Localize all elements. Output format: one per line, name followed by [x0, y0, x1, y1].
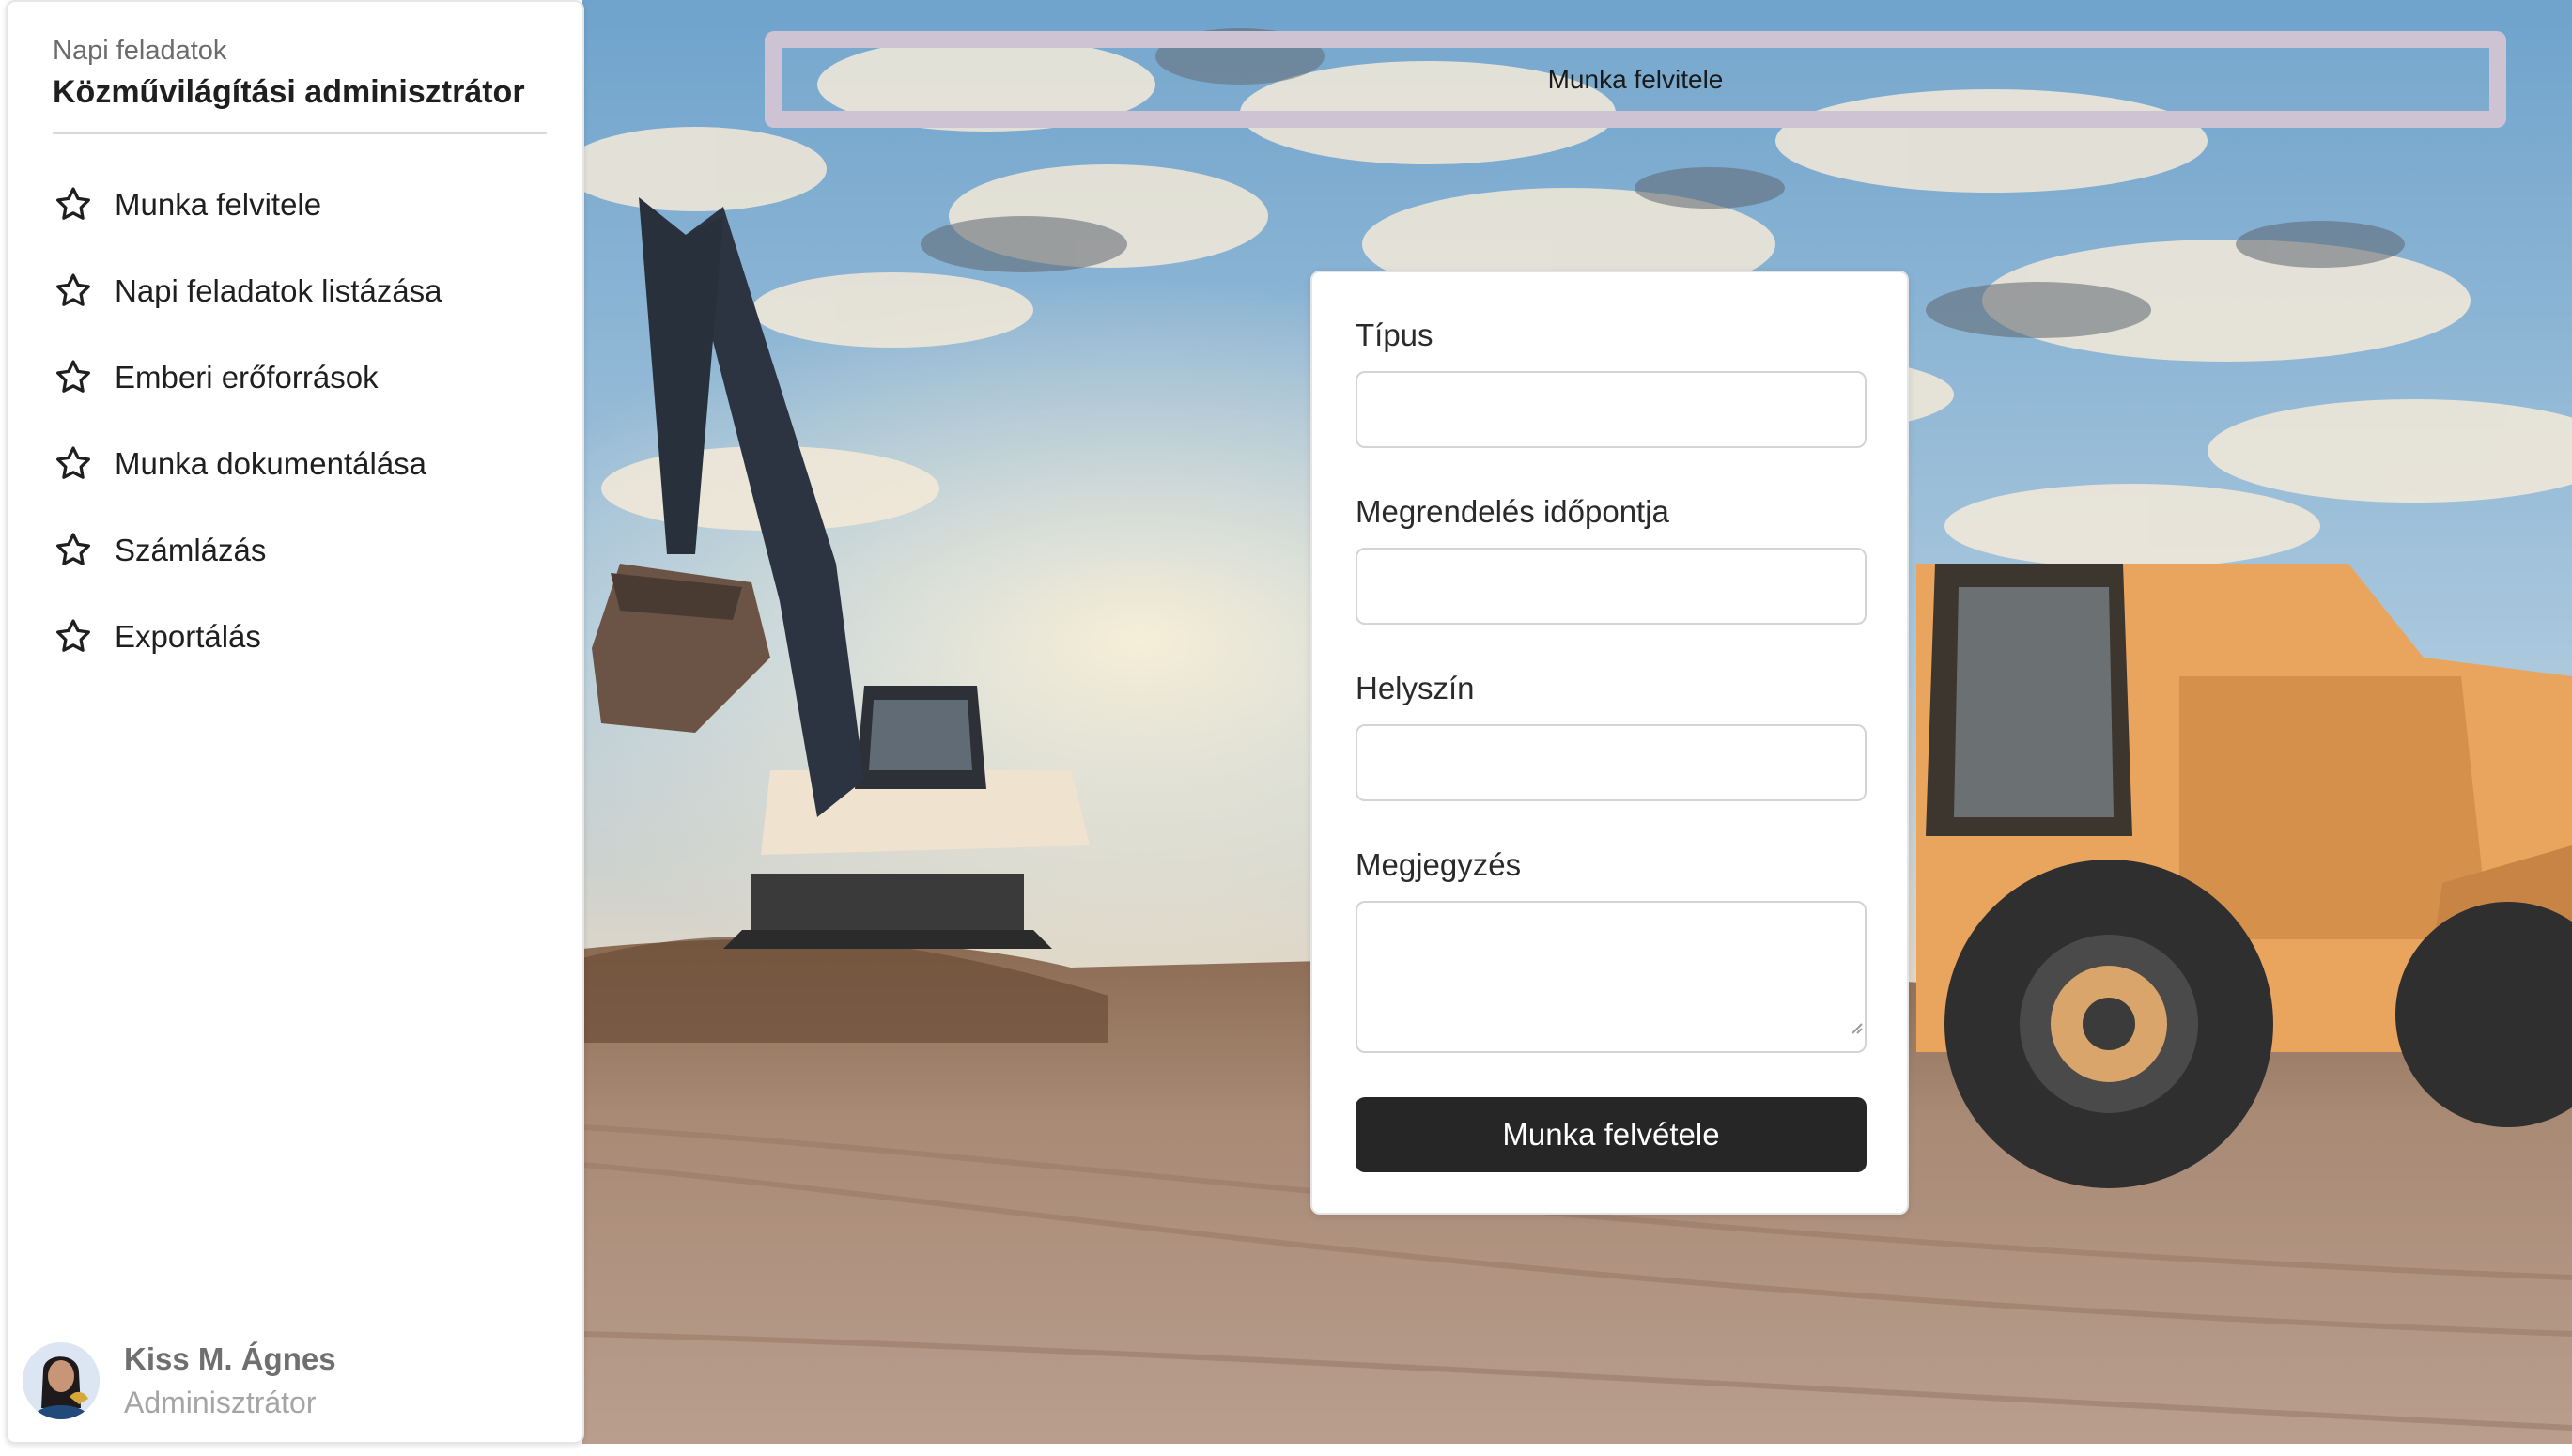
star-icon — [53, 616, 94, 658]
field-label-helyszin: Helyszín — [1356, 671, 1475, 705]
sidebar-title: Közművilágítási adminisztrátor — [53, 74, 525, 110]
submit-job-button[interactable]: Munka felvétele — [1356, 1097, 1867, 1172]
star-icon — [53, 530, 94, 571]
sidebar-item-label: Exportálás — [115, 619, 261, 654]
sidebar: Napi feladatok Közművilágítási adminiszt… — [6, 0, 584, 1444]
note-textarea[interactable] — [1356, 901, 1867, 1053]
job-entry-form: Típus Megrendelés időpontja Helyszín Meg… — [1310, 271, 1909, 1215]
app-window: Napi feladatok Közművilágítási adminiszt… — [0, 0, 2572, 1456]
sidebar-item-label: Napi feladatok listázása — [115, 273, 442, 308]
sidebar-divider — [53, 132, 547, 134]
sidebar-item-label: Munka dokumentálása — [115, 446, 427, 481]
field-label-megrendeles-idopontja: Megrendelés időpontja — [1356, 494, 1669, 529]
sidebar-item-label: Emberi erőforrások — [115, 360, 379, 395]
sidebar-item-napi-feladatok-listazasa[interactable]: Napi feladatok listázása — [53, 248, 560, 334]
field-label-megjegyzes: Megjegyzés — [1356, 847, 1522, 882]
resize-handle-icon[interactable] — [1847, 1018, 1864, 1035]
type-input[interactable] — [1356, 371, 1867, 448]
field-label-tipus: Típus — [1356, 318, 1433, 352]
sidebar-item-label: Munka felvitele — [115, 187, 322, 222]
sidebar-item-emberi-eroforrasok[interactable]: Emberi erőforrások — [53, 334, 560, 421]
sidebar-item-exportalas[interactable]: Exportálás — [53, 594, 560, 680]
sidebar-nav: Munka felvitele Napi feladatok listázása… — [53, 162, 560, 680]
sidebar-item-munka-dokumentalasa[interactable]: Munka dokumentálása — [53, 421, 560, 507]
star-icon — [53, 184, 94, 225]
user-role: Adminisztrátor — [124, 1386, 317, 1419]
star-icon — [53, 271, 94, 312]
location-input[interactable] — [1356, 724, 1867, 801]
star-icon — [53, 443, 94, 485]
user-profile[interactable]: Kiss M. Ágnes Adminisztrátor — [23, 1338, 336, 1424]
avatar — [23, 1342, 100, 1419]
sidebar-header: Napi feladatok Közművilágítási adminiszt… — [53, 32, 547, 115]
star-icon — [53, 357, 94, 398]
sidebar-item-label: Számlázás — [115, 533, 267, 567]
order-date-input[interactable] — [1356, 548, 1867, 625]
sidebar-item-szamlazas[interactable]: Számlázás — [53, 507, 560, 594]
page-header-banner: Munka felvitele — [765, 31, 2506, 128]
sidebar-subtitle: Napi feladatok — [53, 36, 227, 66]
page-title: Munka felvitele — [1547, 64, 1724, 94]
user-name: Kiss M. Ágnes — [124, 1341, 336, 1376]
sidebar-item-munka-felvitele[interactable]: Munka felvitele — [53, 162, 560, 248]
